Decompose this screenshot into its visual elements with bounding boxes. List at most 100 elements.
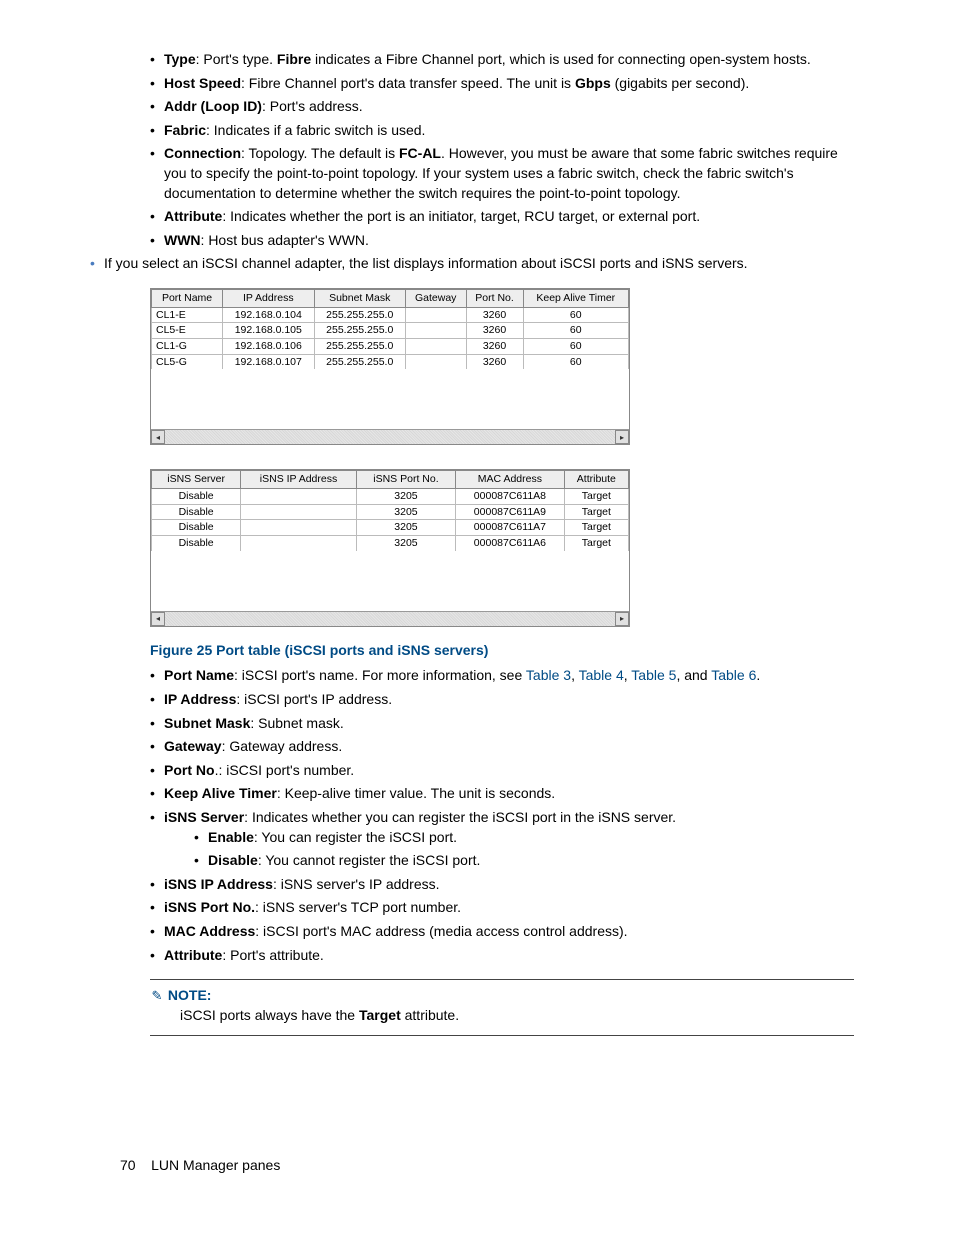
txt1: : Topology. The default is <box>241 145 399 161</box>
def-isns: iSNS Server: Indicates whether you can r… <box>150 808 854 871</box>
lbl: Attribute <box>164 947 222 963</box>
scroll-right-icon[interactable]: ▸ <box>615 612 629 626</box>
lbl: Disable <box>208 852 258 868</box>
def-wwn: WWN: Host bus adapter's WWN. <box>150 231 854 251</box>
txt: : Gateway address. <box>222 738 343 754</box>
table-row: Disable3205000087C611A7Target <box>152 520 629 536</box>
lbl: WWN <box>164 232 201 248</box>
port-table1-frame: Port Name IP Address Subnet Mask Gateway… <box>150 288 630 445</box>
lbl: iSNS Server <box>164 809 244 825</box>
txt: : Port's type. <box>196 51 277 67</box>
scroll-track[interactable] <box>165 612 615 626</box>
th: IP Address <box>223 289 314 307</box>
def-gateway: Gateway: Gateway address. <box>150 737 854 757</box>
def-portname: Port Name: iSCSI port's name. For more i… <box>150 666 854 686</box>
scroll-track[interactable] <box>165 430 615 444</box>
link-table5[interactable]: Table 5 <box>631 667 676 683</box>
txt: : Indicates whether the port is an initi… <box>222 208 700 224</box>
th: MAC Address <box>456 471 565 489</box>
th: Keep Alive Timer <box>523 289 628 307</box>
lbl: Port No <box>164 762 215 778</box>
txt: : Host bus adapter's WWN. <box>201 232 369 248</box>
txt: : iSNS server's TCP port number. <box>255 899 461 915</box>
defs2-list: Port Name: iSCSI port's name. For more i… <box>120 666 854 965</box>
lbl: IP Address <box>164 691 236 707</box>
scroll-left-icon[interactable]: ◂ <box>151 612 165 626</box>
def-isnsport: iSNS Port No.: iSNS server's TCP port nu… <box>150 898 854 918</box>
txt: If you select an iSCSI channel adapter, … <box>104 255 748 271</box>
page-footer: 70 LUN Manager panes <box>120 1156 854 1176</box>
rest: (gigabits per second). <box>611 75 750 91</box>
txt: : iSCSI port's IP address. <box>236 691 392 707</box>
note-before: iSCSI ports always have the <box>180 1007 359 1023</box>
note-after: attribute. <box>401 1007 459 1023</box>
txt: : Fibre Channel port's data transfer spe… <box>241 75 575 91</box>
lbl: Keep Alive Timer <box>164 785 277 801</box>
lbl: Attribute <box>164 208 222 224</box>
def-enable: Enable: You can register the iSCSI port. <box>194 828 854 848</box>
txt: : Keep-alive timer value. The unit is se… <box>277 785 555 801</box>
txt: .: iSCSI port's number. <box>215 762 355 778</box>
def-attribute: Attribute: Indicates whether the port is… <box>150 207 854 227</box>
page-number: 70 <box>120 1157 136 1173</box>
th: iSNS Port No. <box>356 471 455 489</box>
top-list: If you select an iSCSI channel adapter, … <box>90 254 854 274</box>
scroll-left-icon[interactable]: ◂ <box>151 430 165 444</box>
rest: indicates a Fibre Channel port, which is… <box>311 51 811 67</box>
port-table2-frame: iSNS Server iSNS IP Address iSNS Port No… <box>150 469 630 626</box>
txt: : Port's attribute. <box>222 947 324 963</box>
txt: : Indicates whether you can register the… <box>244 809 676 825</box>
h-scrollbar[interactable]: ◂ ▸ <box>151 611 629 626</box>
lbl: Port Name <box>164 667 234 683</box>
th: Port No. <box>466 289 523 307</box>
port-attrs-list: Type: Port's type. Fibre indicates a Fib… <box>120 50 854 250</box>
txt: : iSNS server's IP address. <box>273 876 440 892</box>
txt: : Subnet mask. <box>250 715 343 731</box>
txt: : iSCSI port's name. For more informatio… <box>234 667 526 683</box>
lbl: Fabric <box>164 122 206 138</box>
fibre-lbl: Fibre <box>277 51 311 67</box>
link-table4[interactable]: Table 4 <box>579 667 624 683</box>
def-subnet: Subnet Mask: Subnet mask. <box>150 714 854 734</box>
th: Subnet Mask <box>314 289 405 307</box>
th: iSNS IP Address <box>241 471 357 489</box>
th: Gateway <box>405 289 466 307</box>
figure-caption: Figure 25 Port table (iSCSI ports and iS… <box>150 641 854 661</box>
lbl: iSNS Port No. <box>164 899 255 915</box>
fcal-lbl: FC-AL <box>399 145 441 161</box>
c: , and <box>676 667 711 683</box>
table-row: Disable3205000087C611A9Target <box>152 504 629 520</box>
table-row: CL1-E192.168.0.104255.255.255.0326060 <box>152 307 629 323</box>
txt: : iSCSI port's MAC address (media access… <box>255 923 627 939</box>
c: , <box>571 667 579 683</box>
def-attr: Attribute: Port's attribute. <box>150 946 854 966</box>
lbl: Type <box>164 51 196 67</box>
page-title: LUN Manager panes <box>151 1157 280 1173</box>
lbl: Connection <box>164 145 241 161</box>
table-row: CL5-E192.168.0.105255.255.255.0326060 <box>152 323 629 339</box>
def-isnsip: iSNS IP Address: iSNS server's IP addres… <box>150 875 854 895</box>
scroll-right-icon[interactable]: ▸ <box>615 430 629 444</box>
isns-sublist: Enable: You can register the iSCSI port.… <box>164 828 854 871</box>
txt: : Port's address. <box>262 98 363 114</box>
def-keepalive: Keep Alive Timer: Keep-alive timer value… <box>150 784 854 804</box>
txt: : You can register the iSCSI port. <box>254 829 457 845</box>
link-table3[interactable]: Table 3 <box>526 667 571 683</box>
def-connection: Connection: Topology. The default is FC-… <box>150 144 854 203</box>
link-table6[interactable]: Table 6 <box>711 667 756 683</box>
lbl: Addr (Loop ID) <box>164 98 262 114</box>
table-pad <box>151 551 629 611</box>
note-body: iSCSI ports always have the Target attri… <box>150 1006 854 1026</box>
txt: : Indicates if a fabric switch is used. <box>206 122 425 138</box>
def-disable: Disable: You cannot register the iSCSI p… <box>194 851 854 871</box>
table-pad <box>151 369 629 429</box>
def-fabric: Fabric: Indicates if a fabric switch is … <box>150 121 854 141</box>
port-table1: Port Name IP Address Subnet Mask Gateway… <box>151 289 629 369</box>
lbl: Subnet Mask <box>164 715 250 731</box>
port-table2: iSNS Server iSNS IP Address iSNS Port No… <box>151 470 629 550</box>
th: Port Name <box>152 289 223 307</box>
note-box: ✎ NOTE: iSCSI ports always have the Targ… <box>150 979 854 1036</box>
lbl: iSNS IP Address <box>164 876 273 892</box>
h-scrollbar[interactable]: ◂ ▸ <box>151 429 629 444</box>
def-hostspeed: Host Speed: Fibre Channel port's data tr… <box>150 74 854 94</box>
